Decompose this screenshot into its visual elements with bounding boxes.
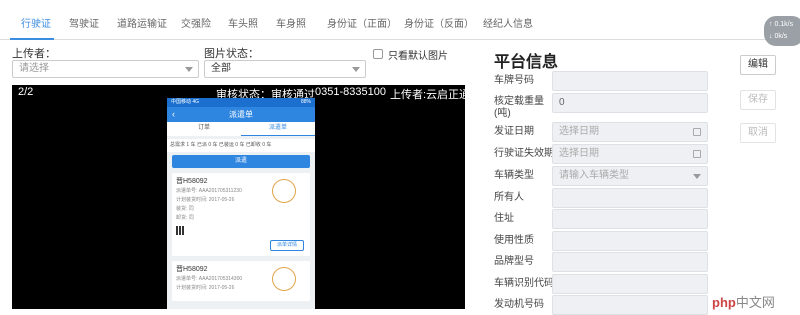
site-watermark: php中文网: [712, 292, 775, 311]
issue-date-input[interactable]: 选择日期: [552, 122, 708, 142]
upload-speed: ↑ 0.1k/s: [769, 21, 794, 28]
uploader-placeholder: 请选择: [19, 63, 49, 74]
brand-model-input[interactable]: [552, 252, 708, 272]
field-label-issue-date: 发证日期: [494, 126, 534, 137]
engine-number-input[interactable]: [552, 295, 708, 315]
phone-screenshot: 中国移动 4G 88% ‹ 派遣单 订单 派遣单 总需求 1 车 已派 0 车 …: [167, 98, 315, 309]
image-status-value: 全部: [211, 63, 231, 74]
chevron-down-icon: [352, 67, 360, 72]
field-label-use-nature: 使用性质: [494, 235, 534, 246]
image-status-label: 图片状态：: [204, 48, 259, 60]
calendar-icon: [693, 128, 701, 136]
expiry-date-input[interactable]: 选择日期: [552, 144, 708, 164]
viewer-uploader: 上传者:云启正通: [390, 89, 471, 101]
tab-vehicle-front-photo[interactable]: 车头照: [228, 15, 258, 30]
watermark-brand: php: [712, 295, 736, 310]
plate-number-input[interactable]: [552, 71, 708, 91]
approval-stamp-icon: [272, 179, 296, 203]
approval-stamp-icon: [272, 267, 296, 291]
card-row: 卸货: 同: [176, 215, 194, 221]
tab-broker-info[interactable]: 经纪人信息: [483, 15, 533, 30]
carrier-text: 中国移动 4G: [171, 99, 200, 105]
tab-driver-license[interactable]: 驾驶证: [69, 15, 99, 30]
watermark-site: 中文网: [735, 295, 775, 310]
vehicle-type-placeholder: 请输入车辆类型: [559, 170, 629, 181]
tab-driving-license[interactable]: 行驶证: [21, 15, 51, 30]
image-counter: 2/2: [18, 86, 34, 98]
tab-compulsory-insurance[interactable]: 交强险: [181, 15, 211, 30]
field-label-brand-model: 品牌型号: [494, 256, 534, 267]
default-only-checkbox[interactable]: [373, 49, 383, 59]
document-tabs: 行驶证 驾驶证 道路运输证 交强险 车头照 车身照 身份证（正面） 身份证（反面…: [0, 0, 800, 40]
phone-title: 派遣单: [229, 110, 253, 119]
uploader-select[interactable]: 请选择: [12, 60, 199, 78]
tab-vehicle-body-photo[interactable]: 车身照: [276, 15, 306, 30]
issue-date-placeholder: 选择日期: [559, 126, 599, 137]
field-label-engine-no: 发动机号码: [494, 299, 544, 310]
vin-input[interactable]: [552, 274, 708, 294]
card-row: 装货: 同: [176, 206, 194, 212]
phone-dispatch-button: 派遣: [172, 155, 310, 168]
phone-tabs: 订单 派遣单: [167, 122, 315, 136]
phone-status-bar: 中国移动 4G 88%: [167, 98, 315, 107]
tab-road-transport-cert[interactable]: 道路运输证: [117, 15, 167, 30]
use-nature-input[interactable]: [552, 231, 708, 251]
expiry-date-placeholder: 选择日期: [559, 148, 599, 159]
phone-header: ‹ 派遣单: [167, 107, 315, 122]
tab-id-card-front[interactable]: 身份证（正面）: [327, 15, 397, 30]
tab-id-card-back[interactable]: 身份证（反面）: [404, 15, 474, 30]
dispatch-detail-button: 派单详情: [270, 240, 304, 251]
dispatch-card: 晋H58092 派遣单号: AAA201705311230 计划装货时间: 20…: [172, 173, 310, 256]
save-button[interactable]: 保存: [740, 90, 776, 110]
calendar-icon: [693, 150, 701, 158]
back-arrow-icon: ‹: [172, 109, 175, 119]
image-status-select[interactable]: 全部: [204, 60, 366, 78]
uploader-label: 上传者：: [12, 48, 56, 60]
phone-tab-dispatch: 派遣单: [241, 122, 315, 136]
platform-info-title: 平台信息: [494, 54, 559, 71]
address-input[interactable]: [552, 209, 708, 229]
chevron-down-icon: [185, 67, 193, 72]
edit-button[interactable]: 编辑: [740, 55, 776, 75]
field-label-plate: 车牌号码: [494, 75, 534, 86]
qr-code-icon: [176, 226, 185, 235]
phone-stats: 总需求 1 车 已派 0 车 已装运 0 车 已卸收 0 车: [167, 139, 315, 152]
contact-phone: 0351-8335100: [315, 86, 386, 98]
owner-input[interactable]: [552, 188, 708, 208]
dispatch-card: 晋H58092 派遣单号: AAA201705314300 计划装货时间: 20…: [172, 261, 310, 301]
field-label-vehicle-type: 车辆类型: [494, 170, 534, 181]
download-speed: ↓ 0k/s: [769, 33, 788, 40]
battery-text: 88%: [300, 99, 311, 105]
field-label-address: 住址: [494, 213, 514, 224]
chevron-down-icon: [693, 174, 701, 179]
field-label-load: 核定载重量(吨): [494, 96, 544, 119]
field-label-expiry: 行驶证失效期: [494, 148, 554, 159]
phone-tab-orders: 订单: [197, 125, 210, 131]
cancel-button[interactable]: 取消: [740, 123, 776, 143]
active-tab-indicator: [10, 38, 54, 40]
rated-load-input[interactable]: 0: [552, 93, 708, 113]
field-label-owner: 所有人: [494, 192, 524, 203]
default-only-label: 只看默认图片: [388, 51, 448, 62]
field-label-vin: 车辆识别代码: [494, 278, 554, 289]
vehicle-type-select[interactable]: 请输入车辆类型: [552, 166, 708, 186]
network-speed-widget: ↑ 0.1k/s ↓ 0k/s: [764, 16, 800, 46]
